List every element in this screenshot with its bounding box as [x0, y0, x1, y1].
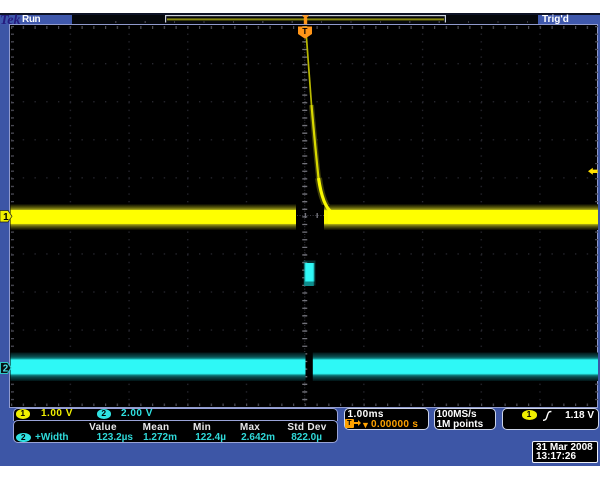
svg-text:2: 2 [3, 364, 9, 375]
svg-text:1: 1 [3, 212, 9, 223]
svg-text:T: T [302, 26, 308, 36]
